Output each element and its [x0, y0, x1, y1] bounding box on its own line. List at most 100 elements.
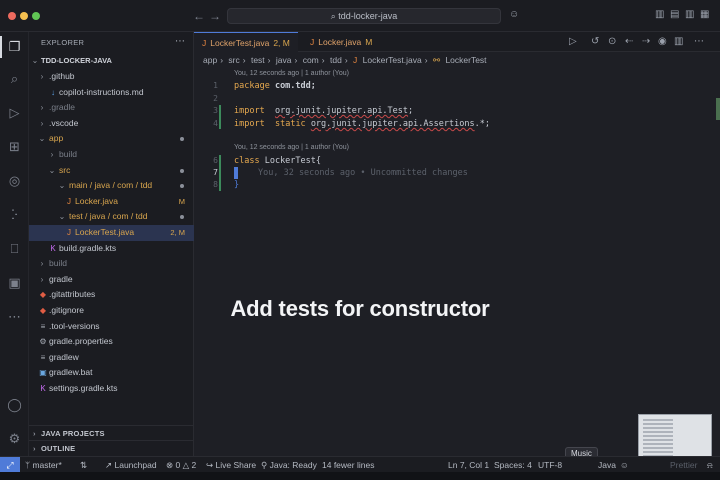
breadcrumb-item[interactable]: LockerTest: [445, 55, 486, 65]
preview-content: [643, 419, 673, 459]
live-share[interactable]: ↪ Live Share: [206, 457, 256, 473]
account-icon[interactable]: ◯: [6, 396, 23, 413]
api-icon[interactable]: ▣: [6, 274, 23, 291]
tree-item[interactable]: ⌄ app: [29, 131, 194, 147]
tree-item[interactable]: ⌄ src: [29, 163, 194, 179]
tree-item-label: main / java / com / tdd: [69, 180, 153, 191]
remote-explorer-icon[interactable]: ◎: [6, 172, 23, 189]
chevron-right-icon: ›: [50, 150, 54, 159]
sync-icon[interactable]: ⇅: [80, 457, 87, 473]
text-cursor: [234, 167, 238, 179]
code-line-8: }: [234, 180, 240, 190]
tree-item[interactable]: Kbuild.gradle.kts: [29, 241, 194, 257]
tree-item[interactable]: ≡ gradlew: [29, 350, 194, 366]
java-projects-section[interactable]: › JAVA PROJECTS: [29, 425, 194, 440]
tree-item[interactable]: › gradle: [29, 272, 194, 288]
codelens-blame[interactable]: You, 12 seconds ago | 1 author (You): [234, 144, 349, 151]
explorer-icon[interactable]: ❐: [6, 38, 23, 55]
git-compare-icon[interactable]: ⊙: [608, 36, 616, 47]
search-icon[interactable]: ⌕: [6, 70, 23, 87]
go-back-icon[interactable]: ⇠: [625, 36, 633, 47]
outline-section[interactable]: › OUTLINE: [29, 440, 194, 455]
extensions-icon[interactable]: ⊞: [6, 138, 23, 155]
tree-item[interactable]: J LockerTest.java 2, M: [29, 225, 194, 241]
go-forward-icon[interactable]: ⇢: [642, 36, 650, 47]
run-icon[interactable]: ▷: [569, 36, 577, 47]
remote-indicator-icon[interactable]: ⤢: [0, 457, 20, 473]
customize-layout-icon[interactable]: ▦: [700, 9, 709, 20]
split-editor-icon[interactable]: ▥: [674, 36, 683, 47]
open-changes-icon[interactable]: ◉: [658, 36, 667, 47]
tree-item[interactable]: J Locker.java M: [29, 194, 194, 210]
problems-indicator[interactable]: ⊗ 0 △ 2: [166, 457, 196, 473]
java-file-icon: J: [310, 37, 315, 47]
tree-item[interactable]: › .vscode: [29, 116, 194, 132]
tree-item[interactable]: › build: [29, 147, 194, 163]
tree-item[interactable]: ▣ gradlew.bat: [29, 365, 194, 381]
mongodb-icon[interactable]: ⴾ: [6, 206, 23, 223]
cursor-position[interactable]: Ln 7, Col 1: [448, 457, 489, 473]
tree-item[interactable]: ⚙ gradle.properties: [29, 334, 194, 350]
copilot-status-icon[interactable]: ☺: [620, 457, 629, 473]
tree-item-label: gradle.properties: [49, 336, 113, 347]
explorer-header: EXPLORER: [41, 38, 85, 47]
chevron-right-icon: ›: [40, 274, 44, 284]
run-debug-icon[interactable]: ▷: [6, 104, 23, 121]
class-symbol-icon: ⚯: [432, 55, 441, 65]
git-branch[interactable]: ᛘ master*: [25, 457, 62, 473]
breadcrumb-item[interactable]: tdd: [330, 55, 342, 65]
prettier-status[interactable]: Prettier: [670, 457, 697, 473]
bookmarks-icon[interactable]: ⎕: [6, 240, 23, 257]
tree-item-label: .gradle: [49, 102, 75, 113]
tree-item[interactable]: ⌄ main / java / com / tdd: [29, 178, 194, 194]
minimize-window-button[interactable]: [20, 12, 28, 20]
git-status-badge: M: [178, 196, 185, 206]
chevron-down-icon: ⌄: [58, 181, 66, 191]
codelens-blame[interactable]: You, 12 seconds ago | 1 author (You): [234, 70, 349, 77]
tree-item[interactable]: ↓ copilot-instructions.md: [29, 85, 194, 101]
copilot-icon[interactable]: ☺: [509, 9, 519, 20]
breadcrumb-item[interactable]: LockerTest.java: [363, 55, 422, 65]
layout-secondary-icon[interactable]: ▥: [685, 9, 694, 20]
back-arrow-icon[interactable]: ←: [193, 9, 205, 23]
activity-bar: ❐ ⌕ ▷ ⊞ ◎ ⴾ ⎕ ▣ ⋯ ◯ ⚙: [0, 32, 29, 456]
language-mode[interactable]: Java: [598, 457, 616, 473]
tree-item[interactable]: › .github: [29, 69, 194, 85]
git-added-marker: [219, 155, 221, 191]
breadcrumb-item[interactable]: test: [251, 55, 265, 65]
timeline-icon[interactable]: ↺: [591, 36, 599, 47]
tree-item-label: gradlew: [49, 351, 79, 362]
tree-item[interactable]: Ksettings.gradle.kts: [29, 381, 194, 397]
settings-gear-icon[interactable]: ⚙: [6, 430, 23, 447]
indentation[interactable]: Spaces: 4: [494, 457, 532, 473]
breadcrumb-item[interactable]: com: [303, 55, 319, 65]
chevron-down-icon: ⌄: [31, 56, 39, 65]
java-status[interactable]: ⚲ Java: Ready: [261, 457, 317, 473]
notifications-bell-icon[interactable]: ⍾: [707, 457, 713, 473]
more-actions-icon[interactable]: ⋯: [175, 36, 185, 47]
java-file-icon: J: [202, 38, 207, 48]
modified-dot: [180, 215, 184, 220]
diff-summary: 14 fewer lines: [322, 460, 375, 470]
explorer-sidebar: EXPLORER ⋯ ⌄ TDD-LOCKER-JAVA › .github ↓ co…: [29, 32, 194, 456]
layout-panel-icon[interactable]: ▤: [670, 9, 679, 20]
tab-lockertest[interactable]: J LockerTest.java 2, M: [194, 32, 298, 52]
command-center-search[interactable]: ⌕ tdd-locker-java: [227, 8, 501, 24]
workspace-root[interactable]: ⌄ TDD-LOCKER-JAVA: [29, 53, 194, 69]
tab-locker[interactable]: J Locker.java M: [302, 32, 382, 52]
breadcrumb-item[interactable]: src: [228, 55, 239, 65]
git-added-marker: [219, 105, 221, 129]
encoding[interactable]: UTF-8: [538, 457, 562, 473]
tree-item[interactable]: › .gradle: [29, 100, 194, 116]
code-editor[interactable]: You, 12 seconds ago | 1 author (You) 1 p…: [194, 68, 720, 268]
launchpad[interactable]: ↗ Launchpad: [105, 457, 157, 473]
tree-item[interactable]: › build: [29, 256, 194, 272]
layout-sidebar-icon[interactable]: ▥: [655, 9, 664, 20]
forward-arrow-icon[interactable]: →: [209, 9, 221, 23]
tree-item[interactable]: ⌄ test / java / com / tdd: [29, 209, 194, 225]
close-window-button[interactable]: [8, 12, 16, 20]
breadcrumb-item[interactable]: app: [203, 55, 217, 65]
breadcrumb-item[interactable]: java: [276, 55, 292, 65]
editor-more-icon[interactable]: ⋯: [694, 36, 704, 47]
maximize-window-button[interactable]: [32, 12, 40, 20]
